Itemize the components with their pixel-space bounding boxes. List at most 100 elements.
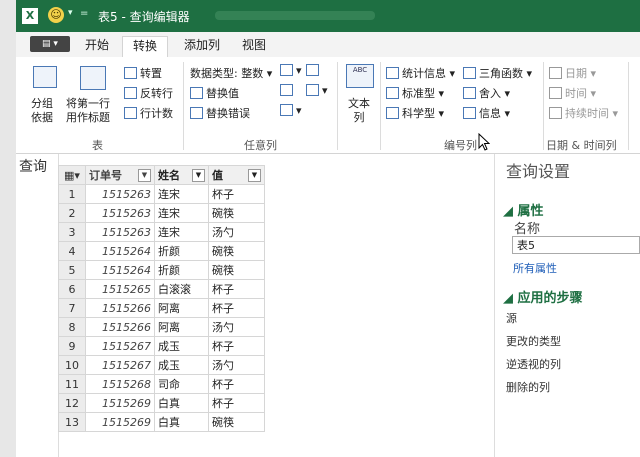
table-row[interactable]: 3 1515263 连宋 汤勺 bbox=[58, 222, 265, 242]
tab-home[interactable]: 开始 bbox=[78, 36, 116, 57]
cell-order-id[interactable]: 1515263 bbox=[85, 203, 155, 223]
applied-step[interactable]: 删除的列 bbox=[506, 379, 550, 395]
cell-name[interactable]: 成玉 bbox=[154, 336, 209, 356]
cell-name[interactable]: 司命 bbox=[154, 374, 209, 394]
cell-order-id[interactable]: 1515264 bbox=[85, 241, 155, 261]
cell-order-id[interactable]: 1515268 bbox=[85, 374, 155, 394]
cell-name[interactable]: 白真 bbox=[154, 393, 209, 413]
standard-button[interactable]: 标准型 ▾ bbox=[386, 85, 444, 101]
cell-name[interactable]: 折颜 bbox=[154, 241, 209, 261]
file-menu-button[interactable]: ▤ ▾ bbox=[30, 36, 70, 52]
information-button[interactable]: 信息 ▾ bbox=[463, 105, 510, 121]
cell-order-id[interactable]: 1515263 bbox=[85, 222, 155, 242]
cell-value[interactable]: 汤勺 bbox=[208, 317, 265, 337]
text-column-button[interactable]: 文本 列 bbox=[348, 97, 370, 125]
table-row[interactable]: 13 1515269 白真 碗筷 bbox=[58, 412, 265, 432]
applied-steps-heading[interactable]: ◢ 应用的步骤 bbox=[503, 287, 583, 306]
table-row[interactable]: 4 1515264 折颜 碗筷 bbox=[58, 241, 265, 261]
cell-value[interactable]: 杯子 bbox=[208, 374, 265, 394]
tab-transform[interactable]: 转换 bbox=[122, 36, 168, 58]
cell-value[interactable]: 碗筷 bbox=[208, 203, 265, 223]
statistics-button[interactable]: 统计信息 ▾ bbox=[386, 65, 455, 81]
duration-button[interactable]: 持续时间 ▾ bbox=[549, 105, 618, 121]
table-row[interactable]: 12 1515269 白真 杯子 bbox=[58, 393, 265, 413]
cell-name[interactable]: 折颜 bbox=[154, 260, 209, 280]
filter-dropdown-icon[interactable]: ▼ bbox=[138, 169, 151, 182]
transpose-button[interactable]: 转置 bbox=[124, 65, 162, 81]
cell-order-id[interactable]: 1515263 bbox=[85, 184, 155, 204]
table-row[interactable]: 9 1515267 成玉 杯子 bbox=[58, 336, 265, 356]
group-by-button[interactable]: 分组 依据 bbox=[31, 97, 53, 125]
trigonometry-label: 三角函数 bbox=[479, 67, 523, 80]
cell-value[interactable]: 杯子 bbox=[208, 298, 265, 318]
count-rows-button[interactable]: 行计数 bbox=[124, 105, 173, 121]
cell-order-id[interactable]: 1515266 bbox=[85, 298, 155, 318]
quick-access-dropdown-icon[interactable]: ▾ bbox=[68, 8, 73, 18]
cell-value[interactable]: 碗筷 bbox=[208, 260, 265, 280]
query-name-input[interactable]: 表5 bbox=[512, 236, 640, 254]
column-header-name[interactable]: 姓名 ▼ bbox=[154, 165, 209, 185]
cell-value[interactable]: 杯子 bbox=[208, 393, 265, 413]
applied-step[interactable]: 源 bbox=[506, 310, 517, 326]
reverse-rows-button[interactable]: 反转行 bbox=[124, 85, 173, 101]
cell-name[interactable]: 白真 bbox=[154, 412, 209, 432]
cell-name[interactable]: 白滚滚 bbox=[154, 279, 209, 299]
tab-view[interactable]: 视图 bbox=[236, 36, 272, 57]
cell-name[interactable]: 阿离 bbox=[154, 298, 209, 318]
table-row[interactable]: 8 1515266 阿离 汤勺 bbox=[58, 317, 265, 337]
filter-dropdown-icon[interactable]: ▼ bbox=[248, 169, 261, 182]
cell-value[interactable]: 碗筷 bbox=[208, 241, 265, 261]
feedback-smiley-icon[interactable]: ☺ bbox=[48, 7, 64, 23]
cell-value[interactable]: 杯子 bbox=[208, 184, 265, 204]
data-type-dropdown[interactable]: 数据类型: 整数 ▾ bbox=[190, 65, 272, 81]
queries-pane-label[interactable]: 查询 bbox=[19, 156, 47, 176]
cell-name[interactable]: 成玉 bbox=[154, 355, 209, 375]
cell-order-id[interactable]: 1515269 bbox=[85, 393, 155, 413]
table-menu-icon[interactable]: ▦▾ bbox=[58, 165, 86, 185]
date-button[interactable]: 日期 ▾ bbox=[549, 65, 596, 81]
cell-value[interactable]: 杯子 bbox=[208, 279, 265, 299]
table-row[interactable]: 6 1515265 白滚滚 杯子 bbox=[58, 279, 265, 299]
cell-name[interactable]: 连宋 bbox=[154, 184, 209, 204]
replace-errors-button[interactable]: 替换错误 bbox=[190, 105, 250, 121]
cell-order-id[interactable]: 1515269 bbox=[85, 412, 155, 432]
replace-values-button[interactable]: 替换值 bbox=[190, 85, 239, 101]
table-row[interactable]: 1 1515263 连宋 杯子 bbox=[58, 184, 265, 204]
trigonometry-button[interactable]: 三角函数 ▾ bbox=[463, 65, 532, 81]
column-header-value[interactable]: 值 ▼ bbox=[208, 165, 265, 185]
cell-name[interactable]: 阿离 bbox=[154, 317, 209, 337]
detect-type-button[interactable] bbox=[280, 84, 296, 97]
table-row[interactable]: 10 1515267 成玉 汤勺 bbox=[58, 355, 265, 375]
cell-name[interactable]: 连宋 bbox=[154, 222, 209, 242]
tab-add-column[interactable]: 添加列 bbox=[174, 36, 230, 57]
cell-value[interactable]: 碗筷 bbox=[208, 412, 265, 432]
cell-order-id[interactable]: 1515267 bbox=[85, 355, 155, 375]
cell-order-id[interactable]: 1515264 bbox=[85, 260, 155, 280]
cell-value[interactable]: 汤勺 bbox=[208, 222, 265, 242]
all-properties-link[interactable]: 所有属性 bbox=[513, 260, 557, 276]
cell-order-id[interactable]: 1515266 bbox=[85, 317, 155, 337]
cell-order-id[interactable]: 1515267 bbox=[85, 336, 155, 356]
applied-step[interactable]: 更改的类型 bbox=[506, 333, 561, 349]
use-first-row-as-headers-button[interactable]: 将第一行 用作标题 bbox=[66, 97, 110, 125]
table-row[interactable]: 2 1515263 连宋 碗筷 bbox=[58, 203, 265, 223]
cell-order-id[interactable]: 1515265 bbox=[85, 279, 155, 299]
table-row[interactable]: 7 1515266 阿离 杯子 bbox=[58, 298, 265, 318]
properties-heading[interactable]: ◢ 属性 bbox=[503, 200, 544, 219]
table-row[interactable]: 5 1515264 折颜 碗筷 bbox=[58, 260, 265, 280]
cell-value[interactable]: 杯子 bbox=[208, 336, 265, 356]
rename-button[interactable]: ▾ bbox=[280, 104, 302, 117]
scientific-button[interactable]: 科学型 ▾ bbox=[386, 105, 444, 121]
rounding-button[interactable]: 舍入 ▾ bbox=[463, 85, 510, 101]
pivot-column-button[interactable] bbox=[306, 64, 322, 77]
cell-name[interactable]: 连宋 bbox=[154, 203, 209, 223]
table-row[interactable]: 11 1515268 司命 杯子 bbox=[58, 374, 265, 394]
filter-dropdown-icon[interactable]: ▼ bbox=[192, 169, 205, 182]
column-header-order-id[interactable]: 订单号 ▼ bbox=[85, 165, 155, 185]
time-button[interactable]: 时间 ▾ bbox=[549, 85, 596, 101]
quick-access-customize-icon[interactable]: = bbox=[80, 8, 88, 19]
unpivot-columns-button[interactable]: ▾ bbox=[306, 84, 328, 97]
cell-value[interactable]: 汤勺 bbox=[208, 355, 265, 375]
applied-step[interactable]: 逆透视的列 bbox=[506, 356, 561, 372]
fill-down-button[interactable]: ▾ bbox=[280, 64, 302, 77]
